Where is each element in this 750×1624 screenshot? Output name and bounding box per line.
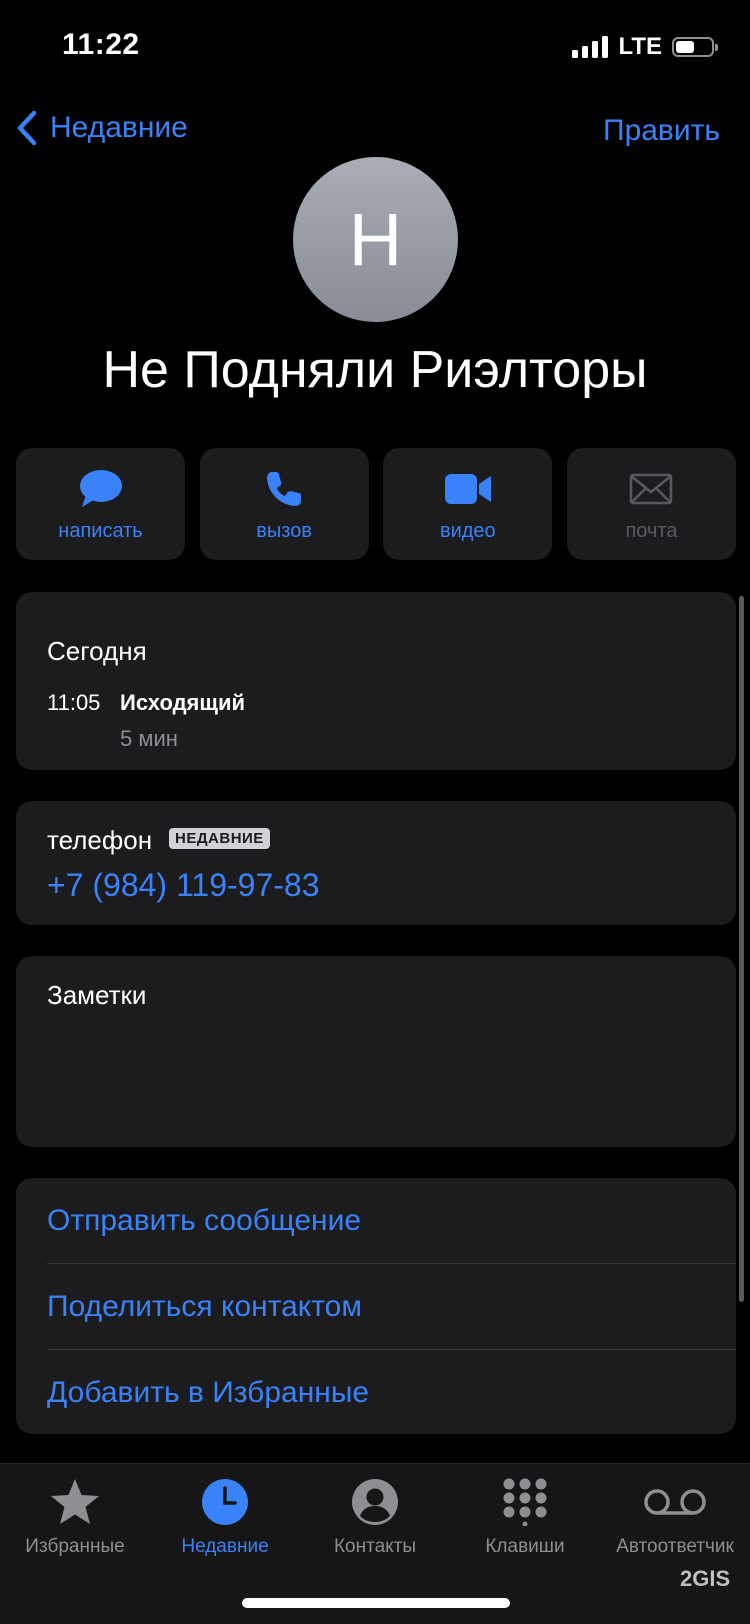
recent-badge: НЕДАВНИЕ bbox=[169, 828, 270, 849]
back-button[interactable]: Недавние bbox=[16, 110, 188, 146]
notes-label: Заметки bbox=[47, 980, 147, 1010]
mail-envelope-icon bbox=[630, 473, 673, 505]
notes-card[interactable]: Заметки bbox=[16, 956, 736, 1147]
network-type: LTE bbox=[618, 33, 662, 60]
recent-call-type: Исходящий bbox=[120, 690, 246, 715]
phone-card[interactable]: телефон НЕДАВНИЕ +7 (984) 119-97-83 bbox=[16, 801, 736, 925]
action-label: почта bbox=[625, 520, 678, 542]
scroll-indicator[interactable] bbox=[739, 596, 744, 1302]
keypad-icon bbox=[503, 1478, 547, 1526]
clock-icon bbox=[202, 1479, 248, 1525]
watermark-logo: 2GIS bbox=[680, 1566, 731, 1591]
tab-label: Контакты bbox=[333, 1536, 417, 1557]
person-circle-icon bbox=[352, 1479, 398, 1525]
signal-strength-icon bbox=[572, 36, 609, 58]
star-icon bbox=[51, 1479, 99, 1524]
recent-call-card: Сегодня 11:05 Исходящий 5 мин bbox=[16, 592, 736, 770]
video-camera-icon bbox=[444, 474, 491, 504]
tab-label: Автоответчик bbox=[616, 1536, 734, 1557]
tab-label: Клавиши bbox=[485, 1536, 565, 1557]
action-label: вызов bbox=[256, 520, 312, 542]
message-action-button[interactable]: написать bbox=[16, 448, 185, 560]
action-label: видео bbox=[439, 520, 496, 542]
tab-label: Избранные bbox=[25, 1536, 125, 1557]
video-action-button[interactable]: видео bbox=[383, 448, 553, 560]
share-contact-link[interactable]: Поделиться контактом bbox=[47, 1264, 736, 1349]
recent-call-day: Сегодня bbox=[47, 636, 147, 666]
phone-icon bbox=[267, 472, 302, 506]
tab-recents[interactable]: Недавние bbox=[150, 1476, 300, 1558]
contact-actions-list: Отправить сообщение Поделиться контактом… bbox=[16, 1178, 736, 1434]
tab-keypad[interactable]: Клавиши bbox=[450, 1476, 600, 1558]
add-to-favorites-link[interactable]: Добавить в Избранные bbox=[47, 1350, 736, 1435]
phone-number-link[interactable]: +7 (984) 119-97-83 bbox=[47, 867, 319, 904]
home-indicator[interactable] bbox=[242, 1598, 510, 1608]
send-message-link[interactable]: Отправить сообщение bbox=[47, 1178, 736, 1263]
action-label: написать bbox=[58, 520, 143, 542]
chevron-left-icon bbox=[17, 110, 37, 146]
avatar: Н bbox=[293, 157, 458, 322]
recent-call-time: 11:05 bbox=[47, 690, 101, 715]
tab-voicemail[interactable]: Автоответчик bbox=[600, 1476, 750, 1558]
avatar-initial: Н bbox=[348, 198, 403, 281]
tab-favorites[interactable]: Избранные bbox=[0, 1476, 150, 1558]
recent-call-duration: 5 мин bbox=[120, 726, 178, 751]
status-time: 11:22 bbox=[62, 28, 140, 61]
tab-contacts[interactable]: Контакты bbox=[300, 1476, 450, 1558]
edit-button[interactable]: Править bbox=[603, 114, 720, 148]
contact-name: Не Подняли Риэлторы bbox=[102, 341, 648, 399]
mail-action-button[interactable]: почта bbox=[566, 448, 736, 560]
status-indicators: LTE bbox=[572, 33, 718, 61]
message-bubble-icon bbox=[79, 470, 122, 507]
back-label: Недавние bbox=[50, 111, 188, 144]
battery-icon bbox=[672, 37, 718, 57]
voicemail-icon bbox=[644, 1489, 706, 1515]
quick-actions: написать вызов видео почта bbox=[16, 448, 736, 560]
phone-label: телефон bbox=[47, 825, 153, 855]
tab-label: Недавние bbox=[181, 1536, 269, 1557]
call-action-button[interactable]: вызов bbox=[199, 448, 369, 560]
